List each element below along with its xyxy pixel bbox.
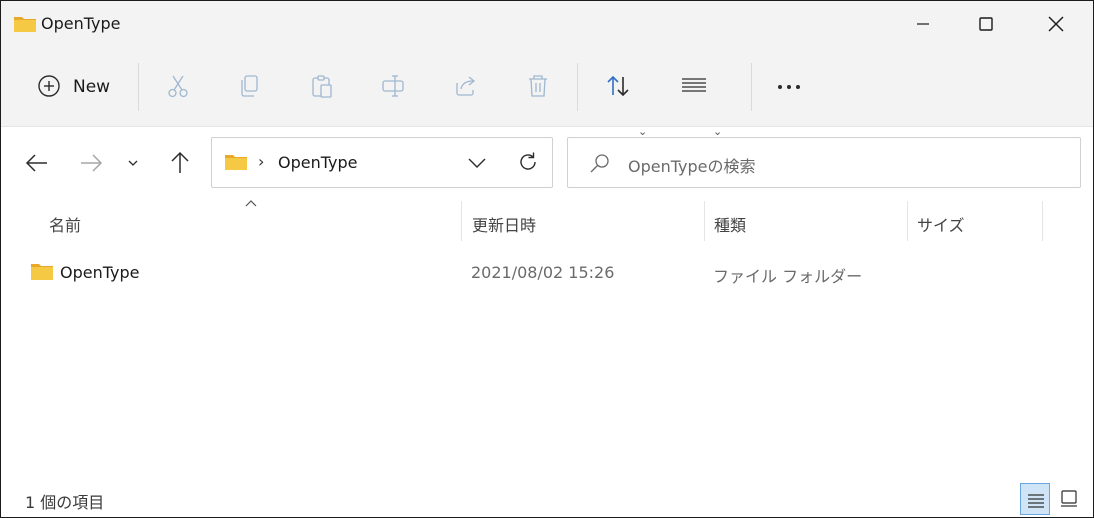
file-row[interactable]: OpenType 2021/08/02 15:26 ファイル フォルダー: [23, 257, 1083, 291]
rename-icon[interactable]: [381, 73, 407, 99]
breadcrumb-item[interactable]: OpenType: [278, 153, 357, 172]
search-input[interactable]: OpenTypeの検索: [567, 137, 1081, 188]
large-icons-view-button[interactable]: [1054, 483, 1084, 515]
item-count: 1 個の項目: [25, 493, 105, 512]
divider: [751, 63, 752, 111]
folder-icon: [31, 264, 53, 280]
new-button-label: New: [73, 77, 111, 97]
forward-arrow-icon[interactable]: [77, 149, 105, 177]
large-icons-view-icon: [1061, 490, 1077, 507]
divider: [577, 63, 578, 111]
command-bar: New ⌄ ⌄: [1, 47, 1093, 138]
title-bar: OpenType: [1, 1, 1093, 47]
details-view-icon: [1028, 494, 1044, 508]
up-arrow-icon[interactable]: [166, 149, 194, 177]
details-view-button[interactable]: [1020, 483, 1050, 515]
back-arrow-icon[interactable]: [23, 149, 51, 177]
column-header-type[interactable]: 種類: [714, 212, 746, 236]
window-title: OpenType: [41, 14, 121, 33]
file-explorer-window: OpenType New ⌄ ⌄ › OpenType OpenTypeの検索 …: [0, 0, 1094, 518]
file-type: ファイル フォルダー: [713, 267, 863, 286]
minimize-icon: [917, 23, 929, 25]
folder-icon: [225, 155, 247, 170]
minimize-button[interactable]: [900, 1, 946, 47]
delete-icon[interactable]: [525, 73, 551, 99]
column-header-size[interactable]: サイズ: [917, 212, 965, 236]
more-icon[interactable]: [776, 73, 802, 99]
address-bar[interactable]: › OpenType: [211, 137, 553, 188]
column-divider[interactable]: [907, 201, 908, 241]
sort-ascending-icon: [245, 200, 257, 207]
chevron-down-icon[interactable]: [466, 153, 488, 173]
view-icon[interactable]: [681, 73, 707, 99]
refresh-icon[interactable]: [516, 150, 540, 174]
search-icon: [590, 154, 609, 173]
folder-icon: [14, 17, 36, 32]
column-divider[interactable]: [704, 201, 705, 241]
recent-locations-chevron-icon[interactable]: [121, 149, 149, 177]
breadcrumb-separator: ›: [258, 152, 265, 171]
copy-icon[interactable]: [237, 73, 263, 99]
plus-circle-icon: [38, 75, 60, 97]
sort-icon[interactable]: [605, 73, 631, 99]
close-icon: [1048, 16, 1064, 32]
cut-icon[interactable]: [165, 73, 191, 99]
maximize-icon: [979, 17, 993, 31]
new-button[interactable]: New: [33, 69, 123, 103]
column-divider[interactable]: [461, 201, 462, 241]
file-modified: 2021/08/02 15:26: [471, 263, 615, 282]
divider: [138, 63, 139, 111]
search-placeholder: OpenTypeの検索: [628, 157, 756, 176]
column-header-name[interactable]: 名前: [49, 212, 81, 236]
paste-icon[interactable]: [309, 73, 335, 99]
share-icon[interactable]: [453, 73, 479, 99]
close-button[interactable]: [1033, 1, 1079, 47]
column-header-date[interactable]: 更新日時: [472, 212, 536, 236]
maximize-button[interactable]: [963, 1, 1009, 47]
file-name: OpenType: [60, 263, 140, 282]
column-divider[interactable]: [1042, 201, 1043, 241]
